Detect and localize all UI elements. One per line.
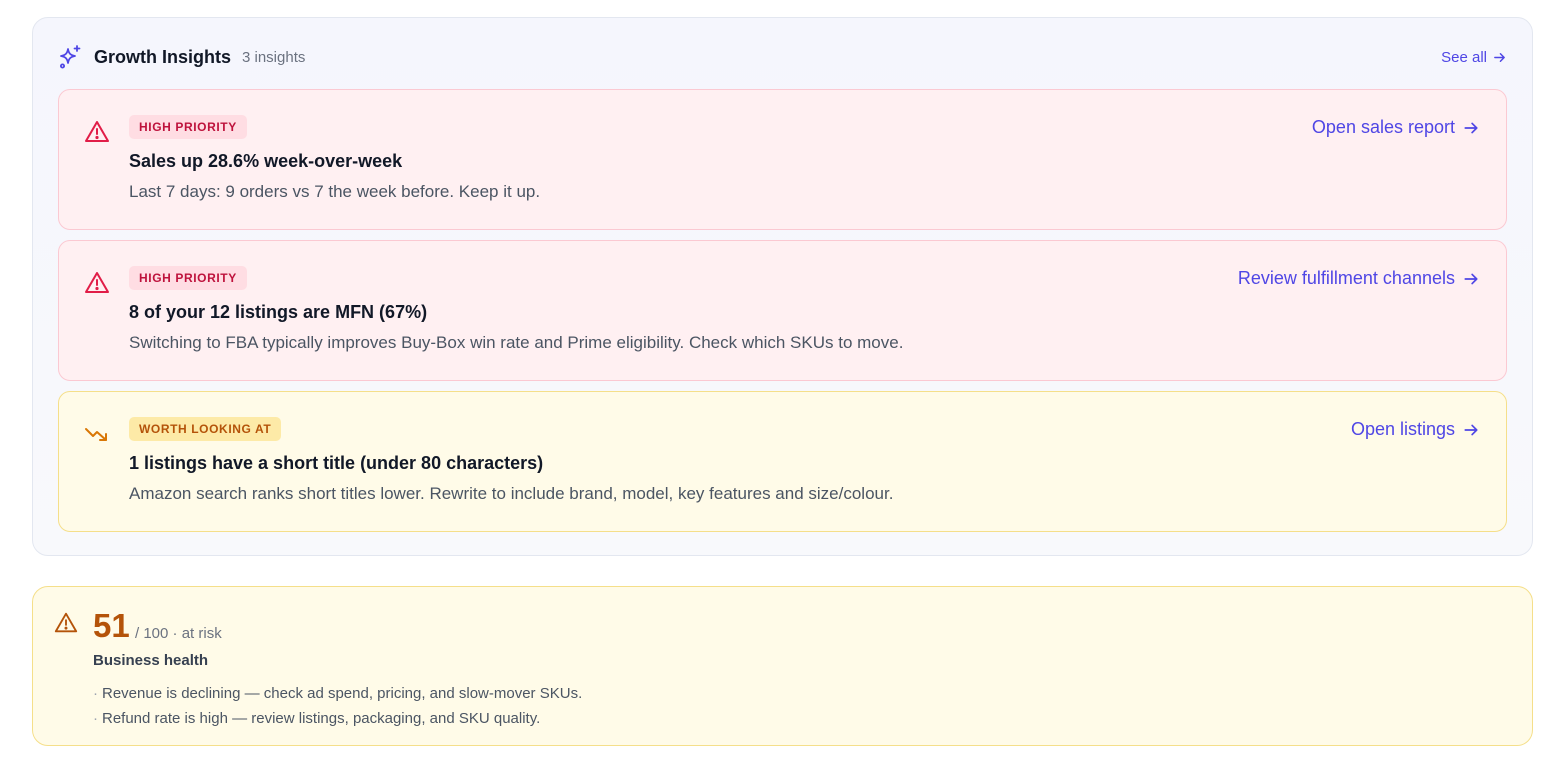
alert-triangle-icon [83, 269, 111, 297]
arrow-right-icon [1464, 122, 1478, 133]
see-all-link[interactable]: See all [1441, 49, 1506, 66]
insight-card: HIGH PRIORITY 8 of your 12 listings are … [58, 240, 1507, 381]
trending-down-icon [83, 420, 111, 448]
insights-count: 3 insights [242, 48, 306, 66]
insight-card: HIGH PRIORITY Sales up 28.6% week-over-w… [58, 89, 1507, 230]
panel-title: Growth Insights [94, 46, 231, 67]
action-label: Open listings [1350, 419, 1455, 439]
health-scale: / 100 · at risk [135, 625, 222, 642]
action-label: Open sales report [1311, 117, 1455, 137]
arrow-right-icon [1494, 52, 1505, 62]
list-item: · Revenue is declining — check ad spend, … [93, 685, 583, 702]
priority-badge: WORTH LOOKING AT [129, 417, 282, 441]
arrow-right-icon [1464, 424, 1478, 435]
open-sales-report-link[interactable]: Open sales report [1312, 117, 1479, 138]
sparkles-icon [58, 44, 84, 70]
alert-triangle-icon [83, 118, 111, 146]
arrow-right-icon [1464, 273, 1478, 284]
insight-card: WORTH LOOKING AT 1 listings have a short… [58, 391, 1507, 532]
alert-triangle-icon [53, 610, 79, 636]
insight-title: 1 listings have a short title (under 80 … [129, 453, 544, 473]
priority-badge: HIGH PRIORITY [129, 115, 247, 139]
insight-description: Switching to FBA typically improves Buy-… [129, 333, 904, 352]
insight-title: Sales up 28.6% week-over-week [129, 151, 403, 171]
action-label: Review fulfillment channels [1237, 268, 1455, 288]
review-fulfillment-channels-link[interactable]: Review fulfillment channels [1238, 268, 1479, 289]
insight-description: Last 7 days: 9 orders vs 7 the week befo… [129, 182, 541, 201]
health-score: 51 [93, 607, 130, 644]
health-label: Business health [93, 652, 209, 669]
business-health-card: 51 / 100 · at risk Business health · Reve… [32, 586, 1533, 746]
insight-description: Amazon search ranks short titles lower. … [129, 484, 894, 503]
panel-header: Growth Insights 3 insights See all [58, 42, 1506, 72]
insight-title: 8 of your 12 listings are MFN (67%) [129, 302, 428, 322]
health-issues-list: · Revenue is declining — check ad spend, … [93, 681, 582, 731]
open-listings-link[interactable]: Open listings [1351, 419, 1479, 440]
list-item: · Refund rate is high — review listings, … [93, 710, 541, 727]
priority-badge: HIGH PRIORITY [129, 266, 247, 290]
growth-insights-panel: Growth Insights 3 insights See all HIGH … [32, 17, 1533, 556]
see-all-label: See all [1441, 48, 1487, 66]
